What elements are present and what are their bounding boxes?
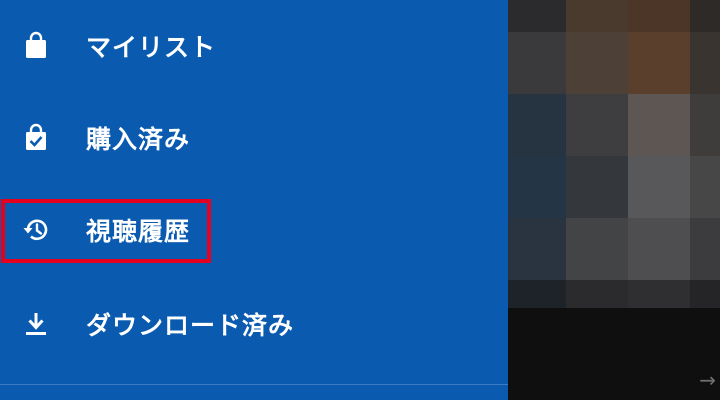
menu-item-history[interactable]: 視聴履歴 [0, 200, 508, 260]
menu-item-purchased[interactable]: 購入済み [0, 108, 508, 168]
pixelated-image [508, 0, 720, 308]
shopping-bag-icon [19, 29, 53, 63]
menu-item-label: 視聴履歴 [86, 217, 191, 246]
menu-item-label: マイリスト [86, 33, 217, 62]
menu-item-downloaded[interactable]: ダウンロード済み [0, 294, 508, 354]
divider [0, 384, 508, 385]
app-screen: マイリスト 購入済み 視聴履歴 ダウンロード済み → [0, 0, 720, 400]
navigation-drawer: マイリスト 購入済み 視聴履歴 ダウンロード済み [0, 0, 508, 400]
menu-item-label: ダウンロード済み [86, 311, 295, 340]
bag-check-icon [19, 121, 53, 155]
download-icon [19, 307, 53, 341]
history-icon [19, 213, 53, 247]
arrow-right-icon: → [699, 368, 716, 392]
menu-item-mylist[interactable]: マイリスト [0, 16, 508, 76]
video-thumbnail[interactable]: → [508, 0, 720, 400]
menu-item-label: 購入済み [86, 125, 191, 154]
